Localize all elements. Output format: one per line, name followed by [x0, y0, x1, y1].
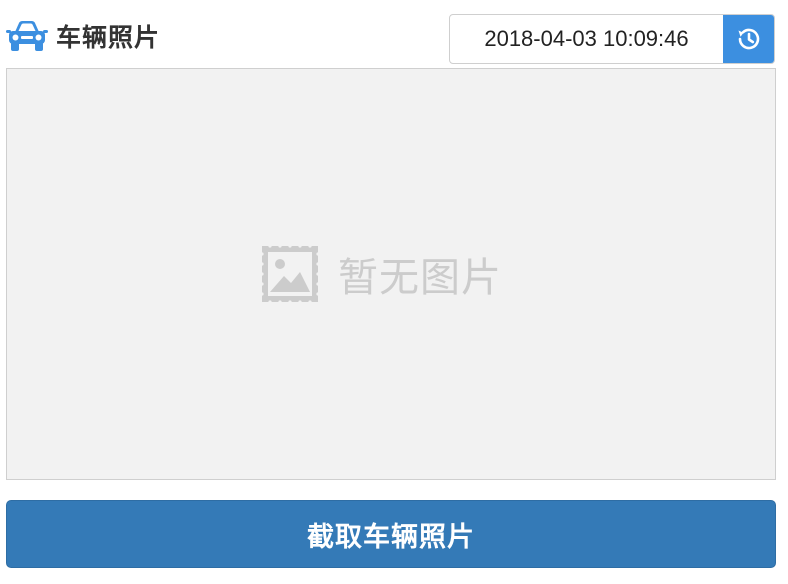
capture-photo-button[interactable]: 截取车辆照片 — [6, 500, 776, 568]
title-text: 车辆照片 — [56, 23, 161, 52]
history-button[interactable] — [723, 15, 774, 63]
timestamp-value[interactable]: 2018-04-03 10:09:46 — [450, 15, 723, 63]
timestamp-field[interactable]: 2018-04-03 10:09:46 — [449, 14, 775, 64]
image-placeholder-icon — [260, 244, 320, 304]
car-icon — [6, 21, 48, 51]
placeholder-text: 暂无图片 — [338, 255, 502, 301]
vehicle-photo-area: 暂无图片 — [6, 68, 776, 480]
panel-title: 车辆照片 — [6, 14, 160, 58]
no-image-placeholder: 暂无图片 — [260, 244, 502, 304]
clock-history-icon — [738, 28, 759, 50]
panel-header: 车辆照片 2018-04-03 10:09:46 — [0, 0, 788, 68]
